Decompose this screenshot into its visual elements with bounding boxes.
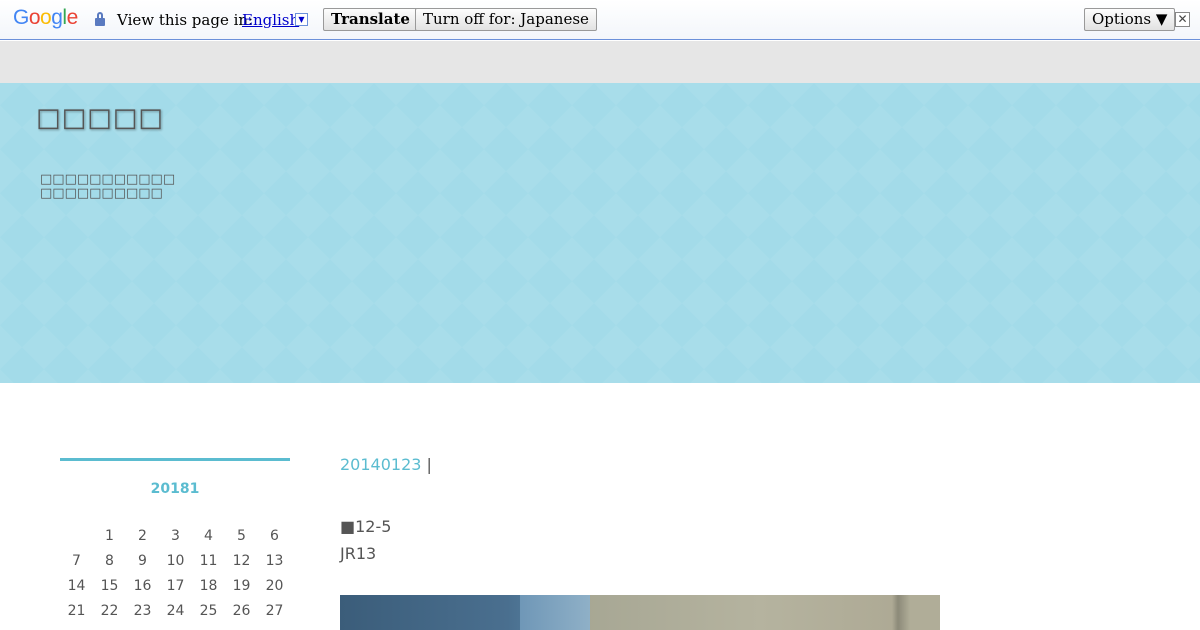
calendar-day: 16 bbox=[133, 578, 152, 594]
calendar-day: 25 bbox=[199, 603, 218, 619]
calendar-day: 12 bbox=[232, 553, 251, 569]
translate-bar: Google View this page in: English ▼ Tran… bbox=[0, 0, 1200, 40]
calendar-day: 24 bbox=[166, 603, 185, 619]
calendar-day: 26 bbox=[232, 603, 251, 619]
calendar-day: 7 bbox=[72, 553, 81, 569]
calendar-widget: 20181 1 2 3 4 5 6 7 8 9 10 11 12 13 14 15 16 17 18 19 20 21 2… bbox=[60, 458, 290, 621]
calendar-day: 4 bbox=[204, 528, 213, 544]
calendar-day: 11 bbox=[199, 553, 218, 569]
calendar-grid: 1 2 3 4 5 6 7 8 9 10 11 12 13 14 15 16 17 18 19 20 21 22 23 24 2… bbox=[60, 527, 290, 621]
post-date: 20140123 | bbox=[340, 455, 432, 474]
calendar-day: 9 bbox=[138, 553, 147, 569]
calendar-day: 18 bbox=[199, 578, 218, 594]
calendar-day: 27 bbox=[265, 603, 284, 619]
translate-button[interactable]: Translate bbox=[323, 8, 418, 31]
calendar-day: 8 bbox=[105, 553, 114, 569]
post-text-line1: ■12-5 bbox=[340, 517, 392, 536]
site-header: □□□□□ □□□□□□□□□□□ □□□□□□□□□□ bbox=[0, 83, 1200, 383]
post-photo[interactable] bbox=[340, 595, 940, 630]
language-dropdown-icon[interactable]: ▼ bbox=[295, 13, 308, 26]
calendar-day: 10 bbox=[166, 553, 185, 569]
calendar-day: 2 bbox=[138, 528, 147, 544]
site-description: □□□□□□□□□□□ □□□□□□□□□□ bbox=[40, 173, 175, 201]
post-text-line2: JR13 bbox=[340, 544, 377, 563]
calendar-day: 20 bbox=[265, 578, 284, 594]
calendar-day: 23 bbox=[133, 603, 152, 619]
google-logo: Google bbox=[13, 6, 78, 29]
calendar-day: 17 bbox=[166, 578, 185, 594]
calendar-day bbox=[60, 527, 93, 546]
calendar-day: 1 bbox=[105, 528, 114, 544]
calendar-day: 22 bbox=[100, 603, 119, 619]
calendar-day: 14 bbox=[67, 578, 86, 594]
post-date-separator: | bbox=[421, 455, 432, 474]
lock-icon bbox=[95, 12, 105, 26]
post-date-link[interactable]: 20140123 bbox=[340, 455, 421, 474]
close-icon[interactable]: ✕ bbox=[1175, 12, 1190, 27]
calendar-day: 6 bbox=[270, 528, 279, 544]
site-description-line1: □□□□□□□□□□□ bbox=[40, 172, 176, 187]
view-page-label: View this page in: bbox=[117, 11, 254, 29]
calendar-day: 5 bbox=[237, 528, 246, 544]
calendar-day: 13 bbox=[265, 553, 284, 569]
options-button[interactable]: Options ▼ bbox=[1084, 8, 1176, 31]
language-link[interactable]: English bbox=[242, 11, 299, 29]
calendar-day: 21 bbox=[67, 603, 86, 619]
site-description-line2: □□□□□□□□□□ bbox=[40, 186, 163, 201]
calendar-day: 3 bbox=[171, 528, 180, 544]
calendar-day: 15 bbox=[100, 578, 119, 594]
calendar-day: 19 bbox=[232, 578, 251, 594]
site-title[interactable]: □□□□□ bbox=[36, 103, 164, 133]
turn-off-button[interactable]: Turn off for: Japanese bbox=[415, 8, 597, 31]
nav-strip bbox=[0, 41, 1200, 83]
calendar-title: 20181 bbox=[150, 481, 200, 497]
